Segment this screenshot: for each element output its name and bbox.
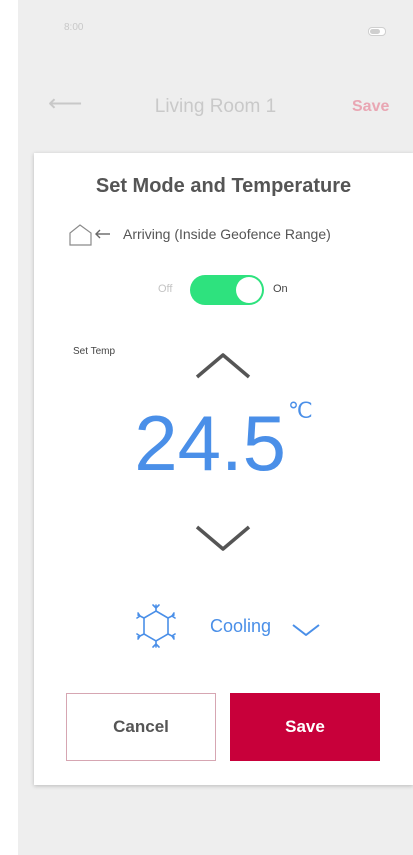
snowflake-icon — [136, 604, 176, 648]
cancel-button[interactable]: Cancel — [66, 693, 216, 761]
temperature-unit: ℃ — [288, 398, 313, 423]
set-temp-label: Set Temp — [73, 346, 116, 357]
toggle-off-label: Off — [158, 283, 173, 295]
temperature-value: 24.5 — [134, 399, 287, 487]
toggle-knob — [236, 277, 262, 303]
card-title: Set Mode and Temperature — [95, 175, 352, 197]
chevron-down-icon[interactable] — [193, 523, 253, 555]
toggle-on-label: On — [273, 283, 288, 295]
power-toggle-row: Off On — [34, 273, 413, 307]
save-button[interactable]: Save — [230, 693, 380, 761]
mode-label: Cooling — [210, 616, 272, 636]
mode-chevron-down-icon — [292, 624, 320, 636]
chevron-up-icon[interactable] — [193, 349, 253, 381]
battery-icon — [368, 27, 386, 36]
phone-screen: 8:00 ⟵ Living Room 1 Save Set Mode and T… — [18, 0, 413, 855]
house-arrow-icon — [69, 224, 110, 246]
mode-selector[interactable]: Cooling — [34, 602, 413, 652]
temperature-display: 24.5℃ — [34, 393, 413, 493]
arriving-row: Arriving (Inside Geofence Range) — [62, 221, 402, 247]
arriving-label: Arriving (Inside Geofence Range) — [123, 226, 331, 242]
mode-temperature-card: Set Mode and Temperature Arriving (Insid… — [34, 153, 413, 785]
power-toggle[interactable] — [190, 275, 264, 305]
header-save-button[interactable]: Save — [352, 98, 389, 116]
status-time: 8:00 — [64, 22, 84, 33]
